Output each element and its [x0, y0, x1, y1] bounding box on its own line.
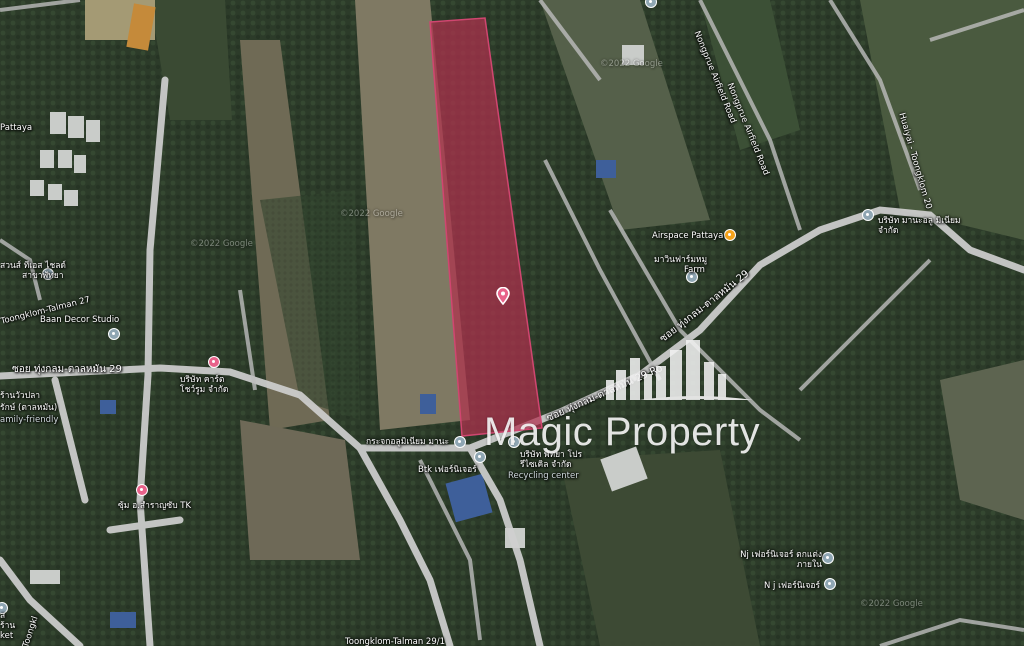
- map-view[interactable]: ซอย ทุ่งกลม-ตาลหมัน 29 ซอย ทุ่งกลม-ตาลหม…: [0, 0, 1024, 646]
- place-label: ket: [0, 631, 14, 641]
- satellite-imagery: [0, 0, 1024, 646]
- baan-decor-pin-icon[interactable]: [108, 328, 120, 340]
- place-label: ซุ้ม อ.สำราญซับ TK: [118, 501, 192, 511]
- cart-pin-icon[interactable]: [208, 356, 220, 368]
- google-watermark: ©2022 Google: [860, 599, 923, 609]
- place-label: Baan Decor Studio: [40, 315, 120, 325]
- place-label: Pattaya: [0, 123, 33, 133]
- place-label: Airspace Pattaya: [652, 231, 724, 241]
- place-label: กระจกอลูมิเนียม มานะ: [366, 437, 450, 447]
- place-label: Btk เฟอร์นิเจอร์: [418, 465, 477, 475]
- airspace-pin-icon[interactable]: [724, 229, 736, 241]
- manee-pin-icon[interactable]: [862, 209, 874, 221]
- nj2-pin-icon[interactable]: [824, 578, 836, 590]
- watermark-text: Magic Property: [484, 410, 760, 454]
- google-watermark: ©2022 Google: [600, 59, 663, 69]
- place-label: Recycling center: [508, 471, 579, 481]
- nj1-pin-icon[interactable]: [822, 552, 834, 564]
- place-label: Nj เฟอร์นิเจอร์ ตกแต่งภายใน: [740, 550, 822, 570]
- city-skyline-logo-icon: [606, 340, 753, 400]
- road-label: Toongklom-Talman 29/1: [345, 637, 446, 646]
- road-label: ซอย ทุ่งกลม-ตาลหมัน 29: [12, 364, 122, 375]
- place-label: รักษ์ (ตาลหมัน): [0, 403, 58, 413]
- mirror-pin-icon[interactable]: [454, 436, 466, 448]
- place-label: ร้าน: [0, 621, 16, 631]
- place-label: บริษัท คาร์ต โชว์รูม จำกัด: [180, 375, 229, 395]
- place-label: บริษัท มานะอลู มิเนียม จำกัด: [878, 216, 961, 236]
- place-label: สวนส์ ทีเอส ไชลด์: [0, 261, 66, 271]
- place-label: มาวินฟาร์มหมู: [654, 255, 708, 265]
- brand-watermark: Magic Property: [484, 340, 760, 455]
- place-label: N j เฟอร์นิเจอร์: [764, 581, 821, 591]
- google-watermark: ©2022 Google: [340, 209, 403, 219]
- sum-pub-pin-icon[interactable]: [136, 484, 148, 496]
- place-label: ร้านวัวปลา: [0, 391, 41, 401]
- place-label: amily-friendly: [0, 415, 59, 425]
- google-watermark: ©2022 Google: [190, 239, 253, 249]
- place-label: Farm: [684, 265, 705, 275]
- place-label: สาขาพัทยา: [22, 271, 64, 281]
- place-label: ส: [0, 611, 6, 621]
